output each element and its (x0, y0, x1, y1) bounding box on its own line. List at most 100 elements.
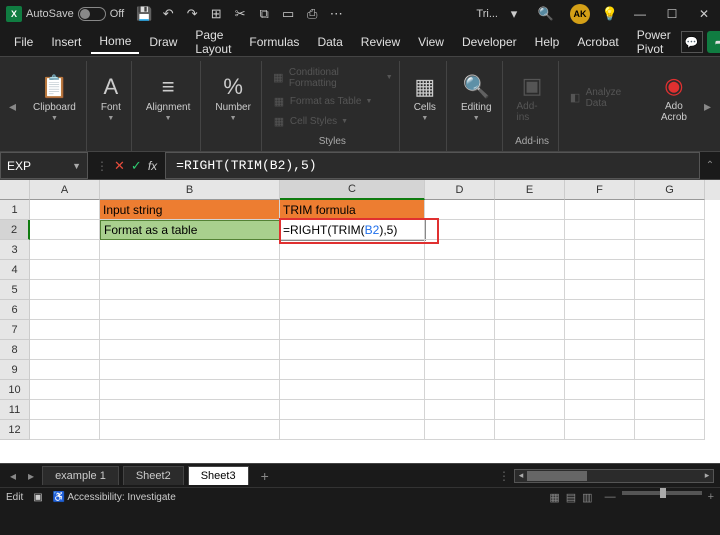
cell-D11[interactable] (425, 400, 495, 420)
search-icon[interactable]: 🔍 (538, 6, 554, 22)
print-icon[interactable]: ⎙ (304, 6, 320, 22)
cell-G4[interactable] (635, 260, 705, 280)
new-icon[interactable]: ▭ (280, 6, 296, 22)
macro-record-icon[interactable]: ▣ (33, 492, 42, 503)
cell-A9[interactable] (30, 360, 100, 380)
cell-D7[interactable] (425, 320, 495, 340)
paste-button[interactable]: 📋Clipboard▼ (29, 72, 80, 124)
cell-D4[interactable] (425, 260, 495, 280)
cell-C1[interactable]: TRIM formula (280, 200, 425, 220)
cell-F4[interactable] (565, 260, 635, 280)
cell-E8[interactable] (495, 340, 565, 360)
add-sheet-button[interactable]: + (253, 468, 277, 484)
maximize-button[interactable]: ☐ (662, 4, 682, 24)
cell-B2[interactable]: Format as a table (100, 220, 280, 240)
formula-input[interactable]: =RIGHT(TRIM(B2),5) (165, 152, 700, 179)
cell-B6[interactable] (100, 300, 280, 320)
cell-E7[interactable] (495, 320, 565, 340)
tab-insert[interactable]: Insert (43, 31, 89, 53)
cell-A4[interactable] (30, 260, 100, 280)
tab-page-layout[interactable]: Page Layout (187, 24, 239, 60)
select-all-corner[interactable] (0, 180, 30, 200)
cell-B1[interactable]: Input string (100, 200, 280, 220)
cell-E6[interactable] (495, 300, 565, 320)
cell-D3[interactable] (425, 240, 495, 260)
cut-icon[interactable]: ✂ (232, 6, 248, 22)
share-button[interactable]: ➦ (707, 31, 720, 53)
cell-F11[interactable] (565, 400, 635, 420)
editing-button[interactable]: 🔍Editing▼ (457, 72, 496, 124)
tab-power-pivot[interactable]: Power Pivot (629, 24, 679, 60)
cell-E2[interactable] (495, 220, 565, 240)
toggle-off-icon[interactable] (78, 7, 106, 21)
cell-C3[interactable] (280, 240, 425, 260)
cell-F8[interactable] (565, 340, 635, 360)
cell-A3[interactable] (30, 240, 100, 260)
tab-draw[interactable]: Draw (141, 31, 185, 53)
expand-formula-bar-button[interactable]: ⌃ (700, 152, 720, 179)
col-header-F[interactable]: F (565, 180, 635, 200)
ribbon-scroll-left[interactable]: ◂ (6, 61, 19, 151)
cell-G7[interactable] (635, 320, 705, 340)
conditional-formatting-button[interactable]: ▦Conditional Formatting ▼ (272, 65, 393, 91)
tab-developer[interactable]: Developer (454, 31, 525, 53)
cell-A8[interactable] (30, 340, 100, 360)
cell-styles-button[interactable]: ▦Cell Styles ▼ (272, 113, 393, 131)
tab-help[interactable]: Help (527, 31, 568, 53)
cell-B3[interactable] (100, 240, 280, 260)
title-dropdown-icon[interactable]: ▾ (506, 6, 522, 22)
normal-view-button[interactable]: ▦ (549, 491, 559, 504)
cell-B9[interactable] (100, 360, 280, 380)
insert-function-button[interactable]: fx (148, 159, 157, 173)
row-header-9[interactable]: 9 (0, 360, 30, 380)
cell-E5[interactable] (495, 280, 565, 300)
cell-C9[interactable] (280, 360, 425, 380)
col-header-A[interactable]: A (30, 180, 100, 200)
col-header-D[interactable]: D (425, 180, 495, 200)
col-header-E[interactable]: E (495, 180, 565, 200)
minimize-button[interactable]: — (630, 4, 650, 24)
cell-F2[interactable] (565, 220, 635, 240)
row-header-3[interactable]: 3 (0, 240, 30, 260)
cell-F1[interactable] (565, 200, 635, 220)
cell-F9[interactable] (565, 360, 635, 380)
cell-D9[interactable] (425, 360, 495, 380)
cell-B10[interactable] (100, 380, 280, 400)
cell-E4[interactable] (495, 260, 565, 280)
cell-C7[interactable] (280, 320, 425, 340)
cell-A1[interactable] (30, 200, 100, 220)
cell-G11[interactable] (635, 400, 705, 420)
zoom-in-button[interactable]: + (708, 491, 714, 504)
user-avatar[interactable]: AK (570, 4, 590, 24)
cell-G2[interactable] (635, 220, 705, 240)
alignment-button[interactable]: ≡Alignment▼ (142, 72, 194, 124)
number-button[interactable]: %Number▼ (211, 72, 255, 124)
lightbulb-icon[interactable]: 💡 (602, 6, 618, 22)
cell-C4[interactable] (280, 260, 425, 280)
redo-icon[interactable]: ↷ (184, 6, 200, 22)
row-header-11[interactable]: 11 (0, 400, 30, 420)
format-as-table-button[interactable]: ▦Format as Table ▼ (272, 93, 393, 111)
addins-button[interactable]: ▣Add-ins (513, 71, 552, 125)
copy-icon[interactable]: ⧉ (256, 6, 272, 22)
cell-D1[interactable] (425, 200, 495, 220)
page-break-view-button[interactable]: ▥ (582, 491, 592, 504)
row-header-12[interactable]: 12 (0, 420, 30, 440)
cell-E11[interactable] (495, 400, 565, 420)
col-header-C[interactable]: C (280, 180, 425, 200)
cell-E3[interactable] (495, 240, 565, 260)
row-header-2[interactable]: 2 (0, 220, 30, 240)
cell-F10[interactable] (565, 380, 635, 400)
page-layout-view-button[interactable]: ▤ (566, 491, 576, 504)
cell-C6[interactable] (280, 300, 425, 320)
sheet-tab-sheet2[interactable]: Sheet2 (123, 466, 184, 485)
cell-B11[interactable] (100, 400, 280, 420)
cell-G5[interactable] (635, 280, 705, 300)
row-header-5[interactable]: 5 (0, 280, 30, 300)
tab-acrobat[interactable]: Acrobat (569, 31, 626, 53)
tab-file[interactable]: File (6, 31, 41, 53)
cell-G12[interactable] (635, 420, 705, 440)
document-title[interactable]: Tri... (476, 8, 498, 20)
cell-C11[interactable] (280, 400, 425, 420)
analyze-data-button[interactable]: ◧Analyze Data (569, 85, 641, 111)
